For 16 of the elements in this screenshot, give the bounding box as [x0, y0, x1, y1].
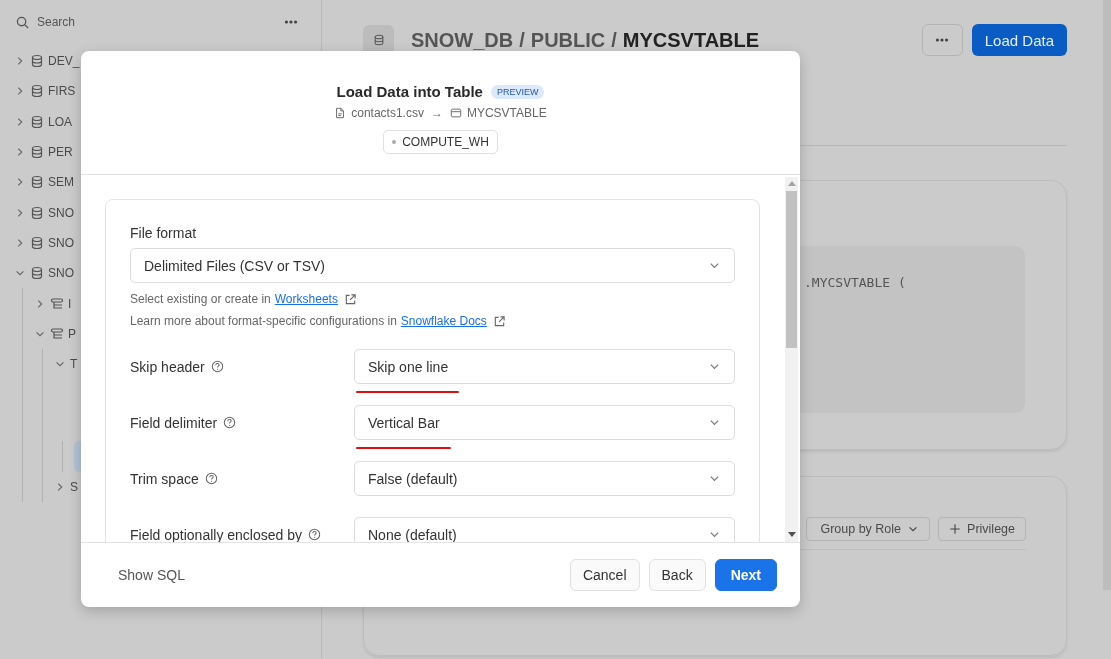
code-line: .MYCSVTABLE ( — [804, 275, 907, 290]
breadcrumb-separator: / — [519, 28, 525, 52]
help-text: Select existing or create in — [130, 292, 271, 306]
source-file: contacts1.csv — [351, 106, 424, 120]
help-text: Learn more about format-specific configurations in — [130, 314, 397, 328]
page-title: MYCSVTABLE — [622, 28, 760, 52]
dialog-title: Load Data into Table — [336, 83, 483, 100]
field-label: Field delimiter — [130, 414, 218, 431]
breadcrumb-separator: / — [611, 28, 617, 52]
preview-badge: PREVIEW — [490, 84, 545, 99]
field-label: Trim space — [130, 470, 199, 487]
target-table: MYCSVTABLE — [466, 106, 547, 120]
field-label: Skip header — [130, 358, 205, 375]
arrow-text: → — [430, 106, 443, 120]
field-label: Field optionally enclosed by — [130, 526, 302, 542]
field-label: File format — [130, 225, 198, 241]
